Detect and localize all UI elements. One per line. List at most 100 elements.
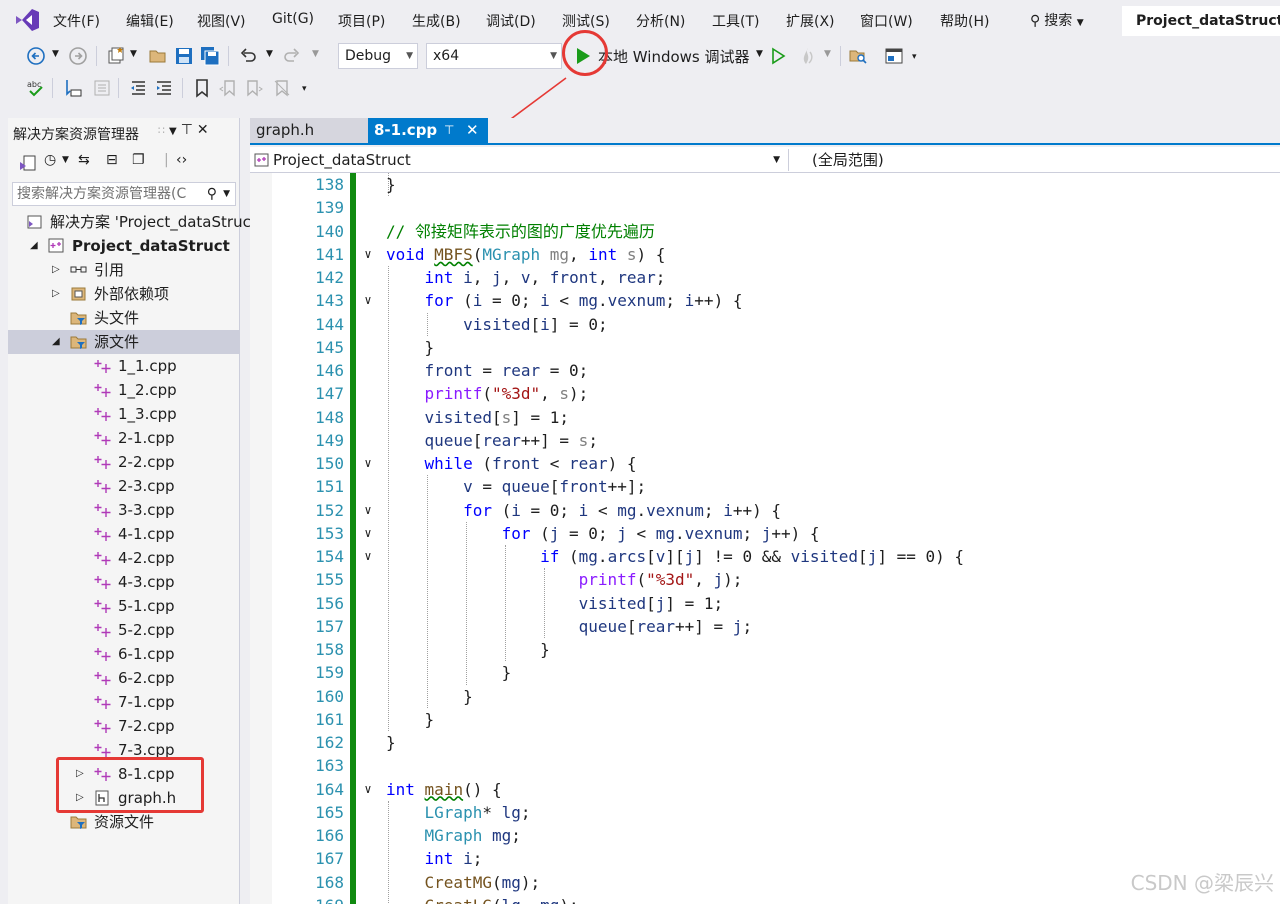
- collapse-all-icon[interactable]: ⊟: [106, 152, 118, 168]
- menu-analyze[interactable]: 分析(N): [636, 11, 685, 31]
- fold-toggle-icon[interactable]: ∨: [356, 289, 380, 312]
- code-line[interactable]: for (i = 0; i < mg.vexnum; i++) {: [386, 289, 1266, 312]
- window-layout-icon[interactable]: [884, 46, 904, 66]
- previous-bookmark-icon[interactable]: [218, 78, 238, 98]
- tree-item[interactable]: ▷ 外部依赖项: [8, 282, 240, 306]
- tab-8-1-cpp[interactable]: 8-1.cpp ⊤ ✕: [368, 118, 488, 143]
- tree-item[interactable]: 7-1.cpp: [8, 690, 240, 714]
- switch-views-icon[interactable]: [18, 154, 38, 174]
- code-line[interactable]: visited[s] = 1;: [386, 406, 1266, 429]
- quick-info-icon[interactable]: [62, 78, 82, 98]
- hot-reload-icon[interactable]: [798, 46, 818, 66]
- code-line[interactable]: printf("%3d", j);: [386, 568, 1266, 591]
- scope-select[interactable]: (全局范围): [812, 149, 884, 171]
- code-line[interactable]: v = queue[front++];: [386, 475, 1266, 498]
- code-line[interactable]: MGraph mg;: [386, 824, 1266, 847]
- panel-drag-icon[interactable]: ∷: [158, 124, 169, 137]
- back-dropdown-icon[interactable]: ▼: [52, 49, 59, 59]
- search-box[interactable]: ⚲ 搜索 ▼: [1030, 10, 1084, 30]
- code-line[interactable]: LGraph* lg;: [386, 801, 1266, 824]
- code-line[interactable]: int i, j, v, front, rear;: [386, 266, 1266, 289]
- save-all-icon[interactable]: [200, 46, 220, 66]
- save-icon[interactable]: [174, 46, 194, 66]
- clear-bookmarks-icon[interactable]: [272, 78, 292, 98]
- tree-item[interactable]: 解决方案 'Project_dataStruct': [8, 210, 261, 234]
- view-code-icon[interactable]: ‹›: [176, 152, 187, 168]
- menu-help[interactable]: 帮助(H): [940, 11, 989, 31]
- menu-debug[interactable]: 调试(D): [486, 11, 536, 31]
- open-folder-icon[interactable]: [148, 46, 168, 66]
- tree-item[interactable]: 6-2.cpp: [8, 666, 240, 690]
- solution-platform-select[interactable]: x64 ▼: [426, 43, 562, 69]
- pin-tab-icon[interactable]: ⊤: [444, 118, 454, 143]
- tree-item[interactable]: 1_2.cpp: [8, 378, 240, 402]
- fold-toggle-icon[interactable]: ∨: [356, 545, 380, 568]
- code-line[interactable]: }: [386, 708, 1266, 731]
- code-line[interactable]: int main() {: [386, 778, 1266, 801]
- collapse-arrow-icon[interactable]: ◢: [52, 330, 60, 354]
- code-line[interactable]: }: [386, 731, 1266, 754]
- code-line[interactable]: ​: [386, 196, 1266, 219]
- tab-graph-h[interactable]: graph.h: [250, 118, 368, 143]
- menu-test[interactable]: 测试(S): [562, 11, 610, 31]
- undo-icon[interactable]: [238, 46, 258, 66]
- code-line[interactable]: // 邻接矩阵表示的图的广度优先遍历: [386, 220, 1266, 243]
- tree-item[interactable]: 4-3.cpp: [8, 570, 240, 594]
- start-without-debugging-icon[interactable]: [768, 46, 788, 66]
- new-project-icon[interactable]: [106, 46, 126, 66]
- navigate-back-icon[interactable]: [26, 46, 46, 66]
- fold-toggle-icon[interactable]: ∨: [356, 778, 380, 801]
- fold-toggle-icon[interactable]: ∨: [356, 499, 380, 522]
- code-line[interactable]: ​: [386, 754, 1266, 777]
- bookmark-icon[interactable]: [192, 78, 212, 98]
- menu-extensions[interactable]: 扩展(X): [786, 11, 835, 31]
- tree-item[interactable]: 1_1.cpp: [8, 354, 240, 378]
- tree-item[interactable]: 2-3.cpp: [8, 474, 240, 498]
- undo-dropdown-icon[interactable]: ▼: [266, 49, 273, 59]
- close-icon[interactable]: ✕: [197, 122, 213, 138]
- menu-view[interactable]: 视图(V): [197, 11, 246, 31]
- sync-active-document-icon[interactable]: ⇆: [78, 152, 90, 168]
- menu-build[interactable]: 生成(B): [412, 11, 461, 31]
- code-line[interactable]: for (j = 0; j < mg.vexnum; j++) {: [386, 522, 1266, 545]
- menu-project[interactable]: 项目(P): [338, 11, 385, 31]
- menu-edit[interactable]: 编辑(E): [126, 11, 174, 31]
- start-debugger-button[interactable]: 本地 Windows 调试器: [598, 46, 750, 67]
- collapse-arrow-icon[interactable]: ◢: [30, 234, 38, 258]
- navigate-forward-icon[interactable]: [68, 46, 88, 66]
- code-line[interactable]: visited[i] = 0;: [386, 313, 1266, 336]
- code-line[interactable]: for (i = 0; i < mg.vexnum; i++) {: [386, 499, 1266, 522]
- tree-item[interactable]: 2-2.cpp: [8, 450, 240, 474]
- code-line[interactable]: front = rear = 0;: [386, 359, 1266, 382]
- close-tab-icon[interactable]: ✕: [466, 118, 479, 143]
- pin-icon[interactable]: ⊤: [181, 122, 197, 138]
- tree-item[interactable]: 1_3.cpp: [8, 402, 240, 426]
- debugger-target-dropdown-icon[interactable]: ▼: [756, 49, 763, 59]
- code-editor[interactable]: 138 139 140 141 142 143 144 145 146 147 148 149 150 1…: [250, 173, 1280, 904]
- filter-dropdown-icon[interactable]: ▼: [62, 155, 69, 165]
- show-all-files-icon[interactable]: ❐: [132, 152, 145, 168]
- tree-item[interactable]: 2-1.cpp: [8, 426, 240, 450]
- next-bookmark-icon[interactable]: [244, 78, 264, 98]
- spell-check-icon[interactable]: abc: [26, 78, 46, 98]
- tree-item[interactable]: 5-2.cpp: [8, 618, 240, 642]
- visual-studio-logo-icon[interactable]: [12, 6, 42, 34]
- hot-reload-dropdown-icon[interactable]: ▼: [824, 49, 831, 59]
- code-line[interactable]: }: [386, 685, 1266, 708]
- tree-item[interactable]: 资源文件: [8, 810, 240, 834]
- solution-configuration-select[interactable]: Debug ▼: [338, 43, 418, 69]
- solution-search-input[interactable]: 搜索解决方案资源管理器(C ⚲ ▼: [12, 182, 236, 206]
- toolbar-overflow-icon[interactable]: ▾: [302, 84, 307, 94]
- fold-toggle-icon[interactable]: ∨: [356, 452, 380, 475]
- code-line[interactable]: }: [386, 173, 1266, 196]
- tree-item[interactable]: 6-1.cpp: [8, 642, 240, 666]
- code-line[interactable]: while (front < rear) {: [386, 452, 1266, 475]
- project-scope-select[interactable]: Project_dataStruct ▼: [254, 149, 784, 171]
- fold-toggle-icon[interactable]: ∨: [356, 522, 380, 545]
- menu-file[interactable]: 文件(F): [53, 11, 100, 31]
- find-in-files-icon[interactable]: [848, 46, 868, 66]
- panel-options-icon[interactable]: ▼: [169, 126, 181, 137]
- tree-item[interactable]: 4-2.cpp: [8, 546, 240, 570]
- expand-arrow-icon[interactable]: ▷: [52, 258, 60, 282]
- tree-item[interactable]: 3-3.cpp: [8, 498, 240, 522]
